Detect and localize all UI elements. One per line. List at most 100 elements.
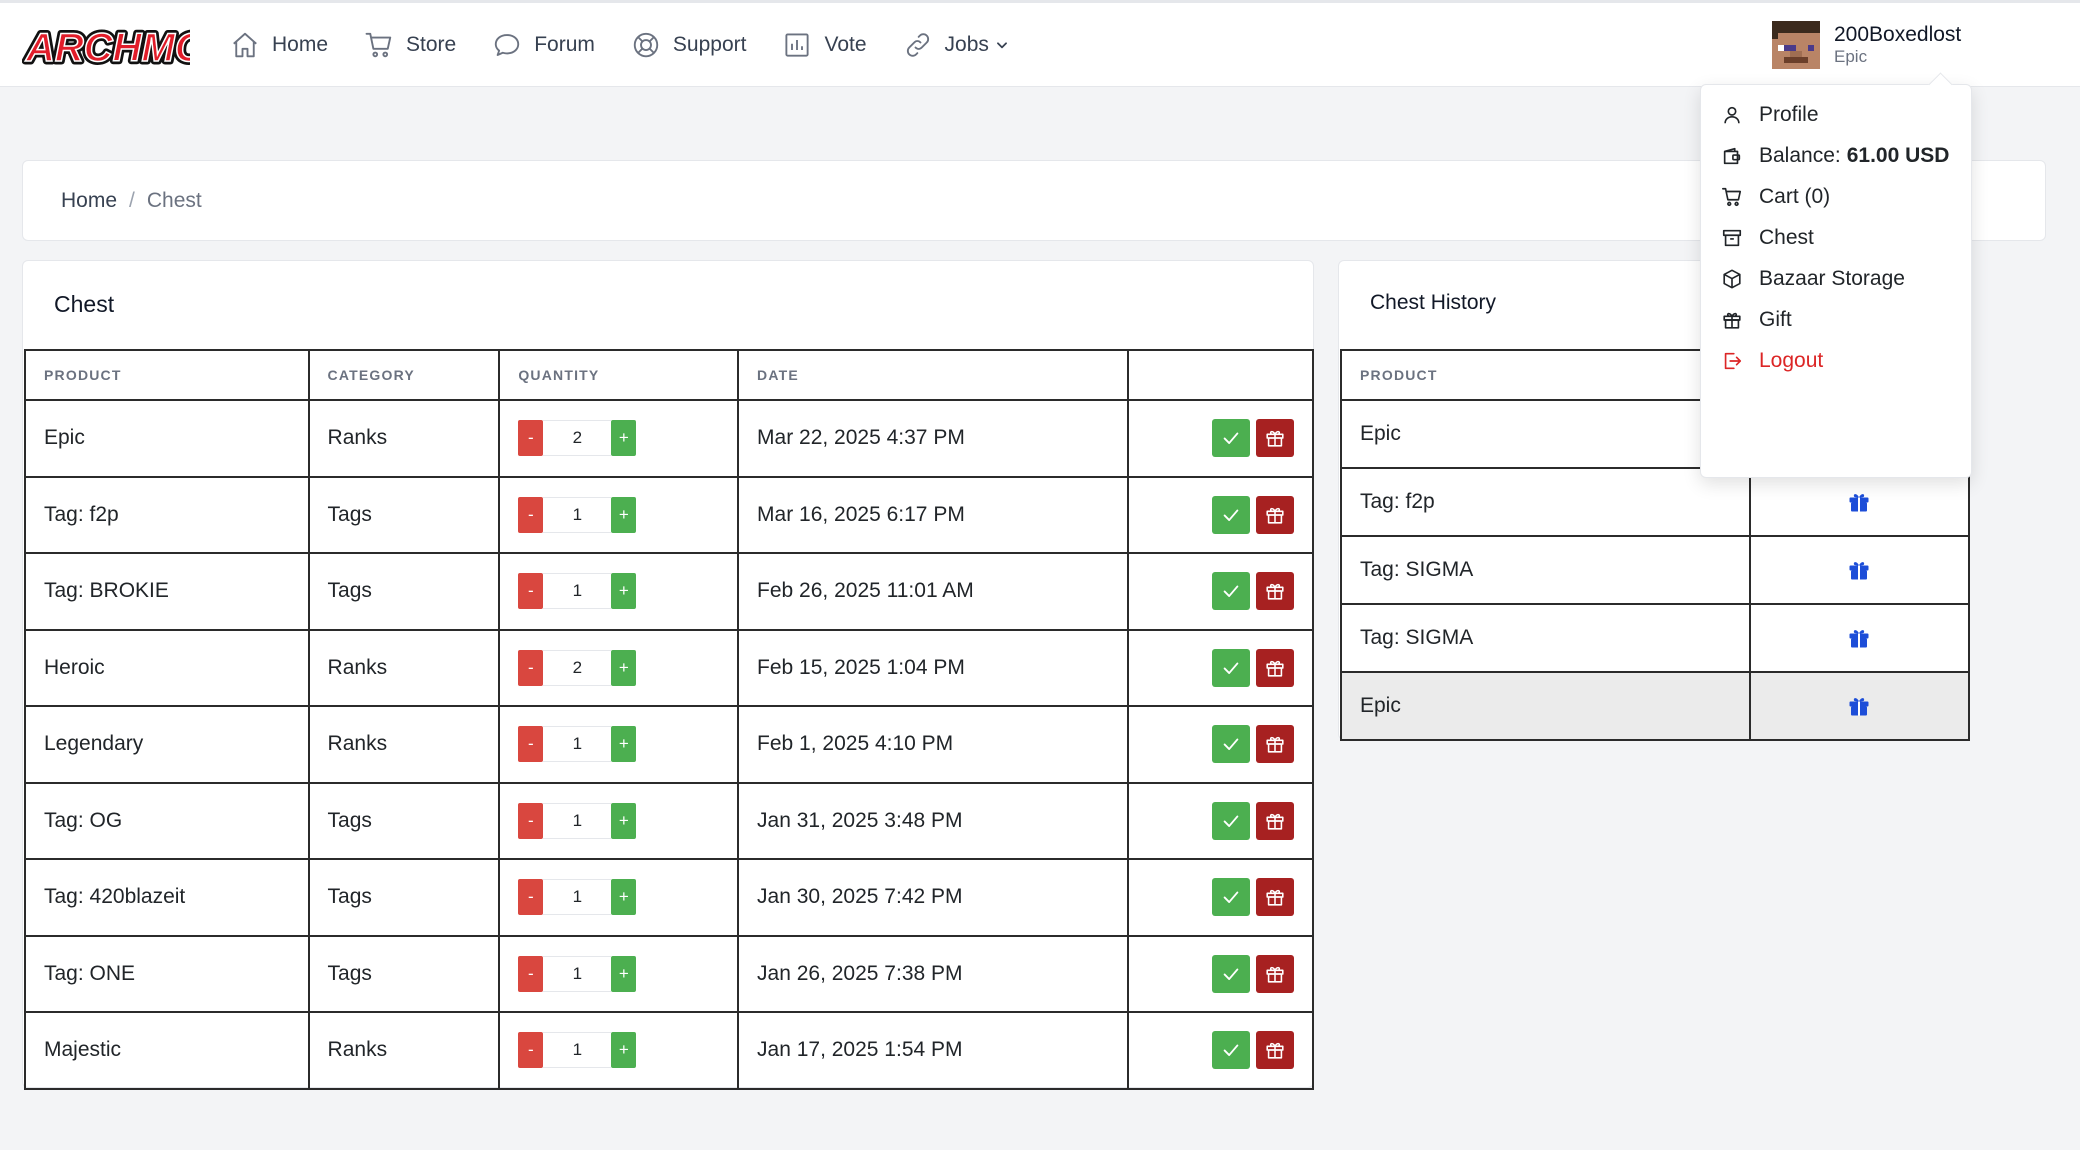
date-cell: Feb 15, 2025 1:04 PM xyxy=(737,628,1130,707)
dropdown-cart[interactable]: Cart (0) xyxy=(1721,185,1830,209)
gift-icon[interactable] xyxy=(1847,626,1871,650)
logout-icon xyxy=(1724,352,1742,370)
nav-store-label: Store xyxy=(406,33,457,56)
claim-button[interactable] xyxy=(1212,419,1250,458)
claim-button[interactable] xyxy=(1212,1031,1250,1070)
gift-button[interactable] xyxy=(1256,1031,1294,1070)
product-cell: Majestic xyxy=(24,1011,310,1090)
quantity-input[interactable] xyxy=(543,573,612,610)
col-category: CATEGORY xyxy=(307,349,501,401)
claim-button[interactable] xyxy=(1212,572,1250,611)
increase-quantity-button[interactable]: + xyxy=(611,955,637,992)
decrease-quantity-button[interactable]: - xyxy=(518,726,544,763)
table-row: Tag: ONE Tags - + Jan 26, 2025 7:38 PM xyxy=(24,934,1314,1013)
balance-label: Balance: xyxy=(1759,144,1841,167)
dropdown-profile[interactable]: Profile xyxy=(1721,103,1819,127)
chest-title: Chest xyxy=(54,291,115,317)
decrease-quantity-button[interactable]: - xyxy=(518,496,544,533)
quantity-input[interactable] xyxy=(543,649,612,686)
gift-icon[interactable] xyxy=(1847,694,1871,718)
quantity-input[interactable] xyxy=(543,1032,612,1069)
claim-button[interactable] xyxy=(1212,878,1250,917)
actions-cell xyxy=(1127,934,1314,1013)
decrease-quantity-button[interactable]: - xyxy=(518,879,544,916)
quantity-input[interactable] xyxy=(543,879,612,916)
dropdown-chest[interactable]: Chest xyxy=(1721,226,1814,250)
dropdown-bazaar-storage[interactable]: Bazaar Storage xyxy=(1721,267,1905,291)
check-icon xyxy=(1223,815,1239,827)
nav-support[interactable]: Support xyxy=(631,30,746,60)
quantity-stepper: - + xyxy=(518,496,737,533)
quantity-input[interactable] xyxy=(543,496,612,533)
gift-button[interactable] xyxy=(1256,725,1294,764)
decrease-quantity-button[interactable]: - xyxy=(518,802,544,839)
claim-button[interactable] xyxy=(1212,954,1250,993)
gift-button[interactable] xyxy=(1256,495,1294,534)
category-cell: Tags xyxy=(307,934,501,1013)
product-cell: Tag: f2p xyxy=(24,475,310,554)
nav-store[interactable]: Store xyxy=(364,30,456,60)
dropdown-profile-label: Profile xyxy=(1759,103,1819,126)
nav-home[interactable]: Home xyxy=(230,30,328,60)
quantity-input[interactable] xyxy=(543,420,612,457)
increase-quantity-button[interactable]: + xyxy=(611,879,637,916)
archmc-logo[interactable]: ARCHMC ARCHMC xyxy=(22,23,190,69)
user-menu-toggle[interactable]: 200Boxedlost Epic xyxy=(1772,21,1961,69)
claim-button[interactable] xyxy=(1212,648,1250,687)
decrease-quantity-button[interactable]: - xyxy=(518,1032,544,1069)
product-cell: Legendary xyxy=(24,705,310,784)
dropdown-logout[interactable]: Logout xyxy=(1721,349,1823,373)
quantity-cell: - + xyxy=(498,858,740,937)
quantity-cell: - + xyxy=(498,705,740,784)
cart-icon xyxy=(1722,187,1742,207)
gift-icon[interactable] xyxy=(1847,558,1871,582)
decrease-quantity-button[interactable]: - xyxy=(518,955,544,992)
category-cell: Tags xyxy=(307,781,501,860)
claim-button[interactable] xyxy=(1212,725,1250,764)
quantity-input[interactable] xyxy=(543,726,612,763)
gift-button[interactable] xyxy=(1256,878,1294,917)
increase-quantity-button[interactable]: + xyxy=(611,802,637,839)
increase-quantity-button[interactable]: + xyxy=(611,1032,637,1069)
row-actions xyxy=(1147,878,1312,917)
decrease-quantity-button[interactable]: - xyxy=(518,420,544,457)
nav-vote[interactable]: Vote xyxy=(782,30,867,60)
increase-quantity-button[interactable]: + xyxy=(611,496,637,533)
history-action-cell xyxy=(1748,467,1971,537)
check-icon xyxy=(1223,585,1239,598)
increase-quantity-button[interactable]: + xyxy=(611,726,637,763)
history-action-cell xyxy=(1748,671,1971,741)
nav-forum[interactable]: Forum xyxy=(492,30,595,60)
row-actions xyxy=(1147,801,1312,840)
actions-cell xyxy=(1127,705,1314,784)
gift-button[interactable] xyxy=(1256,801,1294,840)
increase-quantity-button[interactable]: + xyxy=(611,649,637,686)
claim-button[interactable] xyxy=(1212,801,1250,840)
history-product-cell: Tag: f2p xyxy=(1340,467,1751,537)
decrease-quantity-button[interactable]: - xyxy=(518,573,544,610)
nav-jobs[interactable]: Jobs xyxy=(903,30,1009,60)
claim-button[interactable] xyxy=(1212,495,1250,534)
breadcrumb-home[interactable]: Home xyxy=(61,189,117,213)
increase-quantity-button[interactable]: + xyxy=(611,420,637,457)
chat-icon xyxy=(495,34,520,56)
increase-quantity-button[interactable]: + xyxy=(611,573,637,610)
user-info: 200Boxedlost Epic xyxy=(1834,22,1961,68)
check-icon xyxy=(1223,509,1239,521)
dropdown-balance[interactable]: Balance: 61.00 USD xyxy=(1721,144,1949,168)
row-actions xyxy=(1147,725,1312,764)
category-cell: Tags xyxy=(307,858,501,937)
gift-button[interactable] xyxy=(1256,572,1294,611)
gift-button[interactable] xyxy=(1256,648,1294,687)
quantity-input[interactable] xyxy=(543,802,612,839)
archive-box-icon xyxy=(1722,229,1742,247)
dropdown-gift[interactable]: Gift xyxy=(1721,308,1792,332)
gift-button[interactable] xyxy=(1256,954,1294,993)
decrease-quantity-button[interactable]: - xyxy=(518,649,544,686)
row-actions xyxy=(1147,648,1312,687)
gift-icon[interactable] xyxy=(1847,490,1871,514)
gift-button[interactable] xyxy=(1256,419,1294,458)
chest-history-title: Chest History xyxy=(1370,291,1497,314)
check-icon xyxy=(1223,432,1239,445)
quantity-input[interactable] xyxy=(543,955,612,992)
